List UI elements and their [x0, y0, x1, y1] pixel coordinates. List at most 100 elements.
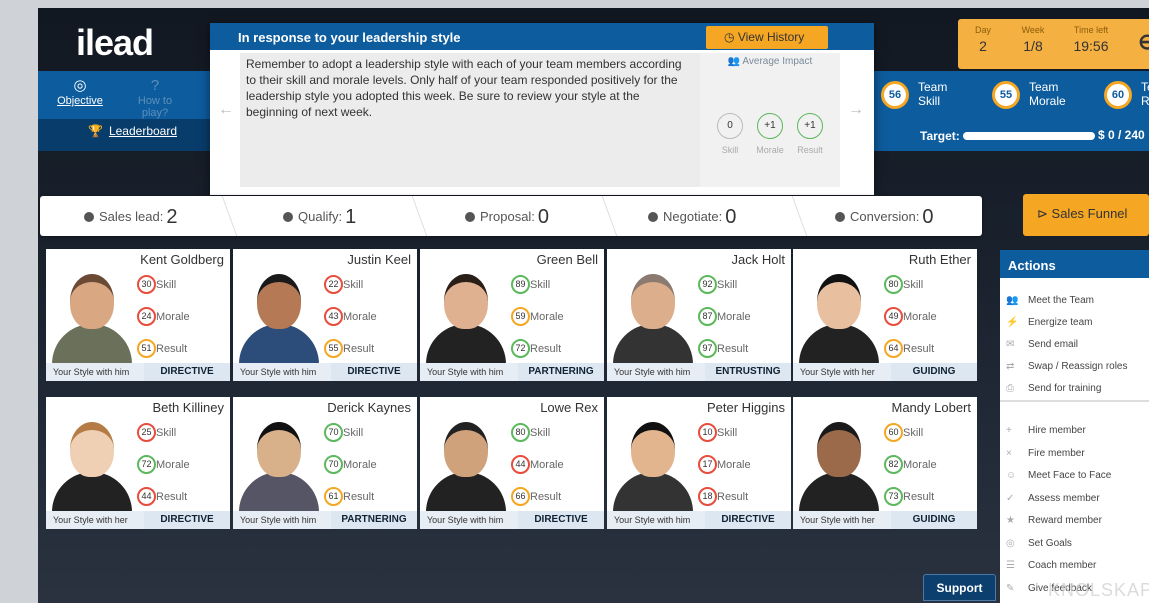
member-result: 64 Result [884, 339, 934, 358]
question-icon: ? [150, 77, 160, 94]
next-arrow-icon[interactable]: → [848, 101, 864, 119]
action-item[interactable]: 👥 Meet the Team [1006, 295, 1094, 306]
member-card[interactable]: Mandy Lobert 60 Skill 82 Morale 73 Result Y… [793, 397, 977, 529]
member-name: Kent Goldberg [140, 252, 224, 267]
member-morale: 24 Morale [137, 307, 190, 326]
average-impact-label: 👥 Average Impact [727, 56, 813, 67]
leadership-style: GUIDING [891, 363, 977, 381]
member-card[interactable]: Derick Kaynes 70 Skill 70 Morale 61 Result … [233, 397, 417, 529]
action-item[interactable]: ⎙ Send for training [1006, 383, 1101, 394]
sales-funnel-button[interactable]: ⊳ Sales Funnel [1023, 194, 1149, 236]
day-stat: Day 2 [974, 25, 991, 54]
response-popup: In response to your leadership style ◷ V… [210, 23, 874, 195]
impact-skill-value: 0 [717, 113, 743, 139]
member-skill: 10 Skill [698, 423, 737, 442]
member-morale: 44 Morale [511, 455, 564, 474]
support-button[interactable]: Support [923, 574, 996, 601]
action-item[interactable]: ★ Reward member [1006, 515, 1102, 526]
view-history-button[interactable]: ◷ View History [706, 26, 828, 49]
nav-leaderboard[interactable]: 🏆 Leaderboard [88, 124, 177, 138]
member-morale: 17 Morale [698, 455, 751, 474]
globe-icon: ◎ [73, 77, 87, 94]
action-icon: ✓ [1006, 492, 1015, 504]
member-style-footer: Your Style with her GUIDING [793, 511, 977, 529]
team-skill-metric: 56 Team Skill [881, 80, 947, 109]
member-result: 18 Result [698, 487, 748, 506]
funnel-divider [402, 196, 428, 236]
member-photo [48, 412, 136, 512]
action-item[interactable]: ⚡ Energize team [1006, 317, 1092, 328]
member-style-footer: Your Style with him DIRECTIVE [607, 511, 791, 529]
member-card[interactable]: Kent Goldberg 30 Skill 24 Morale 51 Result … [46, 249, 230, 381]
member-style-footer: Your Style with her GUIDING [793, 363, 977, 381]
member-result: 51 Result [137, 339, 187, 358]
member-skill: 30 Skill [137, 275, 176, 294]
member-photo [422, 412, 510, 512]
member-card[interactable]: Peter Higgins 10 Skill 17 Morale 18 Result … [607, 397, 791, 529]
member-card[interactable]: Ruth Ether 80 Skill 49 Morale 64 Result You… [793, 249, 977, 381]
leadership-style: PARTNERING [331, 511, 417, 529]
funnel-negotiate: Negotiate: 0 [648, 206, 736, 229]
nav-objective[interactable]: ◎ Objective [50, 77, 110, 108]
leadership-style: DIRECTIVE [144, 511, 230, 529]
member-card[interactable]: Jack Holt 92 Skill 87 Morale 97 Result Your… [607, 249, 791, 381]
member-skill: 22 Skill [324, 275, 363, 294]
popup-title: In response to your leadership style [238, 30, 461, 45]
member-skill: 25 Skill [137, 423, 176, 442]
action-item[interactable]: ✓ Assess member [1006, 493, 1100, 504]
member-photo [235, 412, 323, 512]
member-card[interactable]: Lowe Rex 80 Skill 44 Morale 66 Result Your … [420, 397, 604, 529]
action-icon: 👥 [1006, 295, 1019, 306]
popup-message: Remember to adopt a leadership style wit… [246, 57, 682, 119]
action-item[interactable]: ◎ Set Goals [1006, 538, 1072, 549]
action-item[interactable]: × Fire member [1006, 448, 1085, 459]
actions-panel: Actions 👥 Meet the Team ⚡ Energize team ✉ Sen… [1000, 250, 1149, 603]
member-morale: 70 Morale [324, 455, 377, 474]
action-item[interactable]: + Hire member [1006, 425, 1086, 436]
member-name: Justin Keel [347, 252, 411, 267]
trophy-icon: 🏆 [88, 124, 103, 138]
info-icon [465, 212, 475, 222]
action-item[interactable]: ☺ Meet Face to Face [1006, 470, 1111, 481]
member-name: Beth Killiney [152, 400, 224, 415]
member-card[interactable]: Justin Keel 22 Skill 43 Morale 55 Result Yo… [233, 249, 417, 381]
sales-funnel-bar: Sales lead: 2 Qualify: 1 Proposal: 0 Negoti… [40, 196, 982, 236]
member-card[interactable]: Green Bell 89 Skill 59 Morale 72 Result You… [420, 249, 604, 381]
member-photo [235, 264, 323, 364]
game-screen: ilead ◎ Objective ? How to play? 🏆 Leader… [38, 8, 1149, 603]
member-style-footer: Your Style with him DIRECTIVE [46, 363, 230, 381]
member-card[interactable]: Beth Killiney 25 Skill 72 Morale 44 Result … [46, 397, 230, 529]
action-icon: ✉ [1006, 339, 1015, 350]
action-icon: ⇄ [1006, 361, 1015, 372]
clock-icon: ◷ [724, 30, 735, 44]
popup-body: Remember to adopt a leadership style wit… [240, 53, 700, 187]
exit-icon[interactable]: ⊖ [1138, 29, 1149, 55]
member-photo [795, 412, 883, 512]
member-result: 55 Result [324, 339, 374, 358]
member-morale: 43 Morale [324, 307, 377, 326]
target-label: Target: [920, 129, 960, 143]
nav-how-to-play[interactable]: ? How to play? [125, 77, 185, 120]
member-photo [48, 264, 136, 364]
leadership-style: ENTRUSTING [705, 363, 791, 381]
prev-arrow-icon[interactable]: ← [218, 101, 234, 119]
time-stats: Day 2 Week 1/8 Time left 19:56 ⊖ [958, 19, 1149, 69]
funnel-qualify: Qualify: 1 [283, 206, 356, 229]
leadership-style: DIRECTIVE [705, 511, 791, 529]
member-name: Peter Higgins [706, 400, 785, 415]
action-icon: ◎ [1006, 537, 1015, 549]
action-item[interactable]: ✉ Send email [1006, 339, 1078, 350]
action-item[interactable]: ⇄ Swap / Reassign roles [1006, 361, 1128, 372]
member-style-footer: Your Style with him DIRECTIVE [420, 511, 604, 529]
member-name: Green Bell [536, 252, 598, 267]
funnel-divider [782, 196, 808, 236]
average-impact-panel: 👥 Average Impact 0 +1 +1 Skill Morale Re… [700, 53, 840, 187]
member-skill: 70 Skill [324, 423, 363, 442]
member-style-footer: Your Style with him PARTNERING [420, 363, 604, 381]
member-name: Mandy Lobert [891, 400, 972, 415]
team-result-ring: 60 [1104, 81, 1132, 109]
member-style-footer: Your Style with him DIRECTIVE [233, 363, 417, 381]
funnel-proposal: Proposal: 0 [465, 206, 549, 229]
action-item[interactable]: ☰ Coach member [1006, 560, 1096, 571]
member-result: 66 Result [511, 487, 561, 506]
